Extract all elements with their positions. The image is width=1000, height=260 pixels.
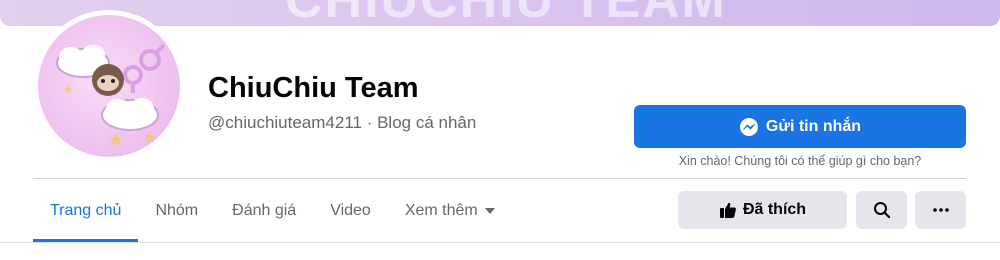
search-icon <box>873 201 891 219</box>
search-button[interactable] <box>856 191 907 229</box>
more-options-button[interactable] <box>915 191 966 229</box>
tab-groups[interactable]: Nhóm <box>138 179 215 242</box>
page-handle: @chiuchiuteam4211 · Blog cá nhân <box>208 113 477 132</box>
greeting-text: Xin chào! Chúng tôi có thể giúp gì cho b… <box>678 154 922 168</box>
profile-picture[interactable] <box>33 10 185 162</box>
avatar <box>38 15 180 157</box>
tab-more[interactable]: Xem thêm <box>388 179 512 242</box>
liked-button[interactable]: Đã thích <box>678 191 847 229</box>
tab-video[interactable]: Video <box>313 179 388 242</box>
tab-video-label: Video <box>330 201 371 219</box>
cover-text: CHIUCHIU TEAM <box>285 0 727 26</box>
caret-down-icon <box>484 207 495 214</box>
tab-home-label: Trang chủ <box>50 201 122 219</box>
more-horizontal-icon <box>932 208 949 212</box>
tab-more-label: Xem thêm <box>404 201 478 219</box>
send-message-label: Gửi tin nhắn <box>765 117 862 135</box>
liked-label: Đã thích <box>742 201 807 218</box>
tab-groups-label: Nhóm <box>155 201 199 219</box>
messenger-icon <box>739 117 759 137</box>
avatar-illustration <box>56 43 166 146</box>
page-tabs: Trang chủ Nhóm Đánh giá Video Xem thêm <box>33 179 512 242</box>
tab-reviews[interactable]: Đánh giá <box>215 179 313 242</box>
thumbs-up-icon <box>719 201 737 219</box>
tab-reviews-label: Đánh giá <box>232 201 297 219</box>
send-message-button[interactable]: Gửi tin nhắn <box>634 105 966 148</box>
page-title: ChiuChiu Team <box>208 72 419 104</box>
tabs-bottom-border <box>0 242 1000 243</box>
tab-home[interactable]: Trang chủ <box>33 179 139 242</box>
